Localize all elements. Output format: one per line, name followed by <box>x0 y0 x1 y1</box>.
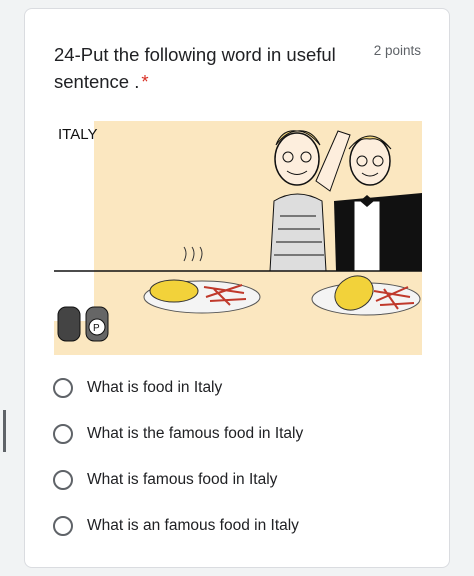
options-list: What is food in Italy What is the famous… <box>52 365 432 549</box>
option-4[interactable]: What is an famous food in Italy <box>52 503 432 549</box>
radio-button[interactable] <box>53 378 73 398</box>
question-image: P ITALY <box>54 121 422 355</box>
italy-cartoon-illustration: P ITALY <box>54 121 422 355</box>
radio-button[interactable] <box>53 516 73 536</box>
option-label: What is an famous food in Italy <box>87 517 299 534</box>
required-asterisk: * <box>141 71 149 92</box>
radio-button[interactable] <box>53 424 73 444</box>
option-1[interactable]: What is food in Italy <box>52 365 432 411</box>
option-label: What is famous food in Italy <box>87 471 278 488</box>
question-card: 24-Put the following word in useful sent… <box>24 8 450 568</box>
option-2[interactable]: What is the famous food in Italy <box>52 411 432 457</box>
question-text: 24-Put the following word in useful sent… <box>54 44 336 92</box>
svg-text:P: P <box>93 323 100 334</box>
image-caption: ITALY <box>58 126 97 143</box>
radio-button[interactable] <box>53 470 73 490</box>
option-3[interactable]: What is famous food in Italy <box>52 457 432 503</box>
option-label: What is food in Italy <box>87 379 223 396</box>
option-label: What is the famous food in Italy <box>87 425 304 442</box>
question-title: 24-Put the following word in useful sent… <box>54 41 354 95</box>
points-label: 2 points <box>373 43 421 58</box>
scroll-indicator <box>3 410 6 452</box>
